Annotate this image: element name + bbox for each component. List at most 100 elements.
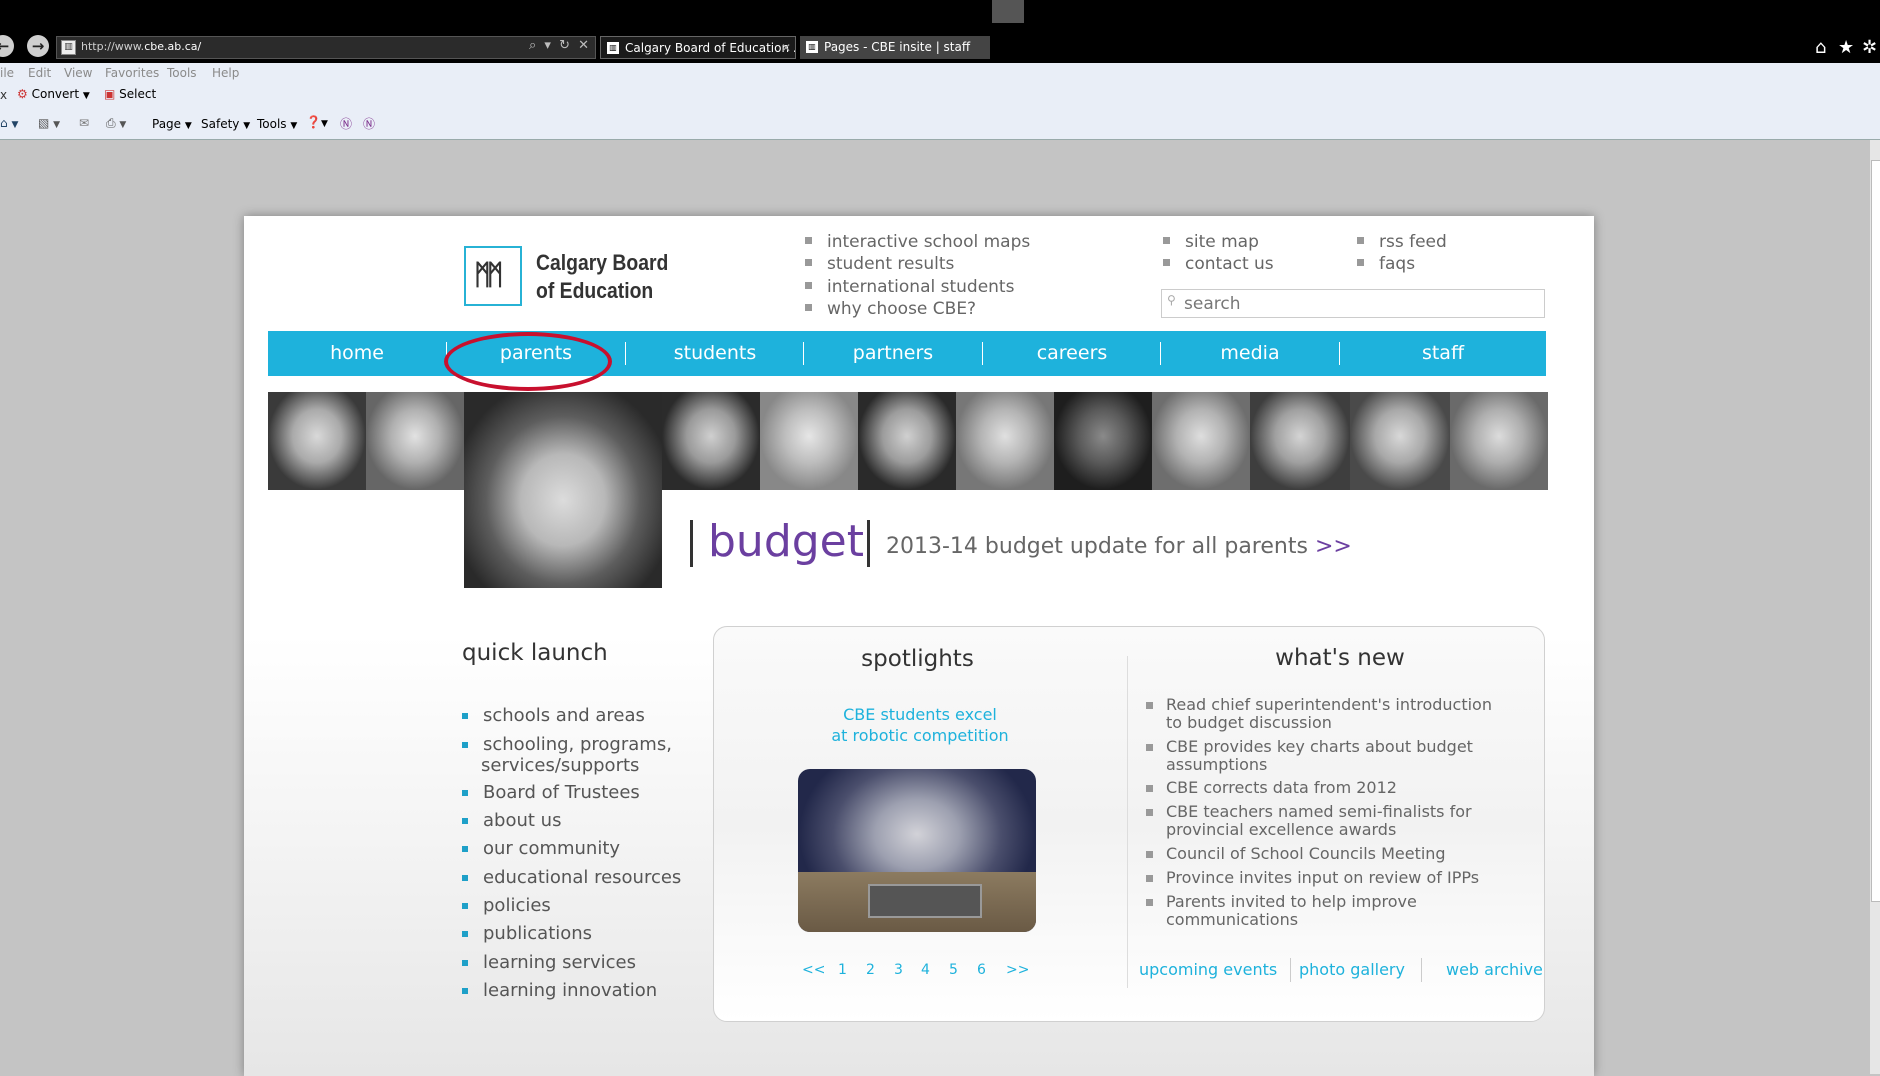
pager-5[interactable]: 5 [949,962,958,978]
menu-tools[interactable]: Tools [167,66,197,80]
scrollbar-thumb[interactable] [1871,160,1880,902]
student-photo [366,392,464,490]
link-web-archive[interactable]: web archive [1446,960,1543,979]
cbe-logo-text: Calgary Board of Education [536,249,668,305]
menu-edit[interactable]: Edit [28,66,51,80]
convert-button[interactable]: ⚙ Convert ▼ [17,87,90,101]
menu-help[interactable]: Help [212,66,239,80]
address-url[interactable]: http://www.cbe.ab.ca/ [81,40,201,53]
pager-2[interactable]: 2 [866,962,875,978]
search-input[interactable] [1182,292,1536,316]
ql-policies[interactable]: policies [462,895,551,916]
whats-new-item[interactable]: Council of School Councils Meeting [1146,845,1516,863]
star-icon[interactable]: ★ [1838,37,1854,58]
onenote-icon[interactable]: Ⓝ [363,115,375,132]
pager-3[interactable]: 3 [894,962,903,978]
search-icon: ⚲ [1167,293,1176,307]
nav-media[interactable]: media [1161,331,1339,376]
whats-new-item[interactable]: CBE teachers named semi-finalists for pro… [1146,803,1516,839]
page-menu[interactable]: Page ▼ [152,117,192,131]
link-rss-feed[interactable]: rss feed [1357,232,1447,252]
new-tab-button[interactable] [992,0,1024,23]
banner-link[interactable]: 2013-14 budget update for all parents >> [886,534,1352,559]
menu-file[interactable]: ile [0,66,14,80]
tab-calgary-board[interactable]: ▥ Calgary Board of Education ... ✕ [600,36,796,59]
student-photo [1054,392,1152,490]
banner-divider [690,520,693,567]
nav-careers[interactable]: careers [983,331,1161,376]
nav-home[interactable]: home [268,331,446,376]
feeds-icon[interactable]: ▧ ▼ [38,116,60,130]
ql-publications[interactable]: publications [462,923,592,944]
spotlight-photo[interactable] [798,769,1036,932]
student-photo [268,392,366,490]
spotlight-headline-line1: CBE students excel [843,705,997,724]
ql-our-community[interactable]: our community [462,838,620,859]
print-icon[interactable]: ⎙ ▼ [106,116,126,131]
ql-label: learning services [483,952,637,973]
link-interactive-school-maps[interactable]: interactive school maps [805,232,1030,252]
pager-next[interactable]: >> [1006,962,1029,978]
whats-new-item[interactable]: Parents invited to help improve communica… [1146,893,1516,929]
nav-staff[interactable]: staff [1340,331,1546,376]
ql-about-us[interactable]: about us [462,810,561,831]
link-contact-us[interactable]: contact us [1163,254,1274,274]
address-controls[interactable]: ⌕ ▾ ↻ ✕ [529,38,591,53]
whats-new-item[interactable]: CBE provides key charts about budget assu… [1146,738,1516,774]
home-toolbar-icon[interactable]: ⌂ ▼ [0,116,18,130]
mail-icon[interactable]: ✉ [79,116,89,130]
link-faqs[interactable]: faqs [1357,254,1415,274]
spotlight-headline-line2: at robotic competition [831,726,1009,745]
ql-board-of-trustees[interactable]: Board of Trustees [462,782,640,803]
ql-label: services/supports [481,755,640,776]
whats-new-item[interactable]: Province invites input on review of IPPs [1146,869,1516,887]
forward-button[interactable]: → [27,35,49,57]
tab-label: Calgary Board of Education ... [625,41,796,55]
spotlight-headline[interactable]: CBE students excel at robotic competition [760,704,1080,746]
help-icon[interactable]: ❓▼ [306,115,328,129]
onenote-linked-icon[interactable]: Ⓝ [340,115,352,132]
ql-educational-resources[interactable]: educational resources [462,867,681,888]
home-icon[interactable]: ⌂ [1815,37,1826,58]
student-photo [858,392,956,490]
link-international-students[interactable]: international students [805,277,1014,297]
tab-close-icon[interactable]: ✕ [781,37,791,58]
link-site-map[interactable]: site map [1163,232,1259,252]
student-photo [760,392,858,490]
student-photo [956,392,1054,490]
pager-prev[interactable]: << [802,962,825,978]
link-upcoming-events[interactable]: upcoming events [1139,960,1277,979]
banner-title[interactable]: budget [708,516,864,567]
page-menu-label: Page [152,117,182,131]
item-line: CBE teachers named semi-finalists for [1166,802,1472,821]
safety-menu[interactable]: Safety ▼ [201,117,250,131]
pager-4[interactable]: 4 [921,962,930,978]
whats-new-item[interactable]: CBE corrects data from 2012 [1146,779,1516,797]
address-bar[interactable]: ▥ http://www.cbe.ab.ca/ ⌕ ▾ ↻ ✕ [56,36,596,59]
whats-new-item[interactable]: Read chief superintendent's introduction… [1146,696,1516,732]
tab-favicon: ▥ [607,42,619,54]
tab-cbe-insite[interactable]: ▥ Pages - CBE insite | staff [800,36,990,59]
content-divider [1127,656,1128,988]
gear-icon[interactable]: ✲ [1862,37,1877,58]
search-box[interactable]: ⚲ [1161,289,1545,318]
student-photo [1250,392,1350,490]
nav-students[interactable]: students [626,331,804,376]
ql-learning-innovation[interactable]: learning innovation [462,980,657,1001]
pager-6[interactable]: 6 [977,962,986,978]
link-student-results[interactable]: student results [805,254,954,274]
menu-favorites[interactable]: Favorites [105,66,159,80]
link-why-choose-cbe[interactable]: why choose CBE? [805,299,976,319]
ql-label: publications [483,923,593,944]
ql-schools-and-areas[interactable]: schools and areas [462,705,645,726]
item-line: CBE provides key charts about budget [1166,737,1473,756]
nav-partners[interactable]: partners [804,331,982,376]
ql-learning-services[interactable]: learning services [462,952,636,973]
link-photo-gallery[interactable]: photo gallery [1299,960,1405,979]
menu-view[interactable]: View [64,66,92,80]
tools-menu[interactable]: Tools ▼ [257,117,297,131]
ql-schooling-programs[interactable]: schooling, programs, services/supports [462,734,672,776]
item-line: Read chief superintendent's introduction [1166,695,1492,714]
select-button[interactable]: ▣ Select [104,87,156,101]
pager-1[interactable]: 1 [838,962,847,978]
